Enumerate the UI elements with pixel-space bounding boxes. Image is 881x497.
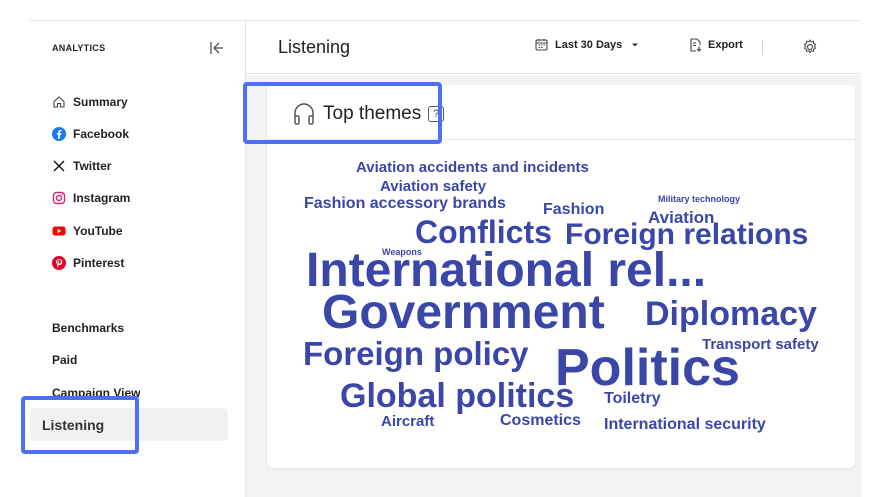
word-cloud-item: Global politics: [340, 377, 575, 415]
sidebar-item-pinterest[interactable]: Pinterest: [52, 253, 124, 273]
page-header: Listening Last 30 Days Export: [246, 21, 861, 74]
sidebar-item-youtube[interactable]: YouTube: [52, 221, 123, 241]
youtube-icon: [52, 224, 66, 238]
sidebar-item-label: Twitter: [73, 159, 112, 173]
calendar-icon: [535, 38, 548, 51]
sidebar-item-benchmarks[interactable]: Benchmarks: [52, 321, 124, 335]
home-icon: [52, 95, 66, 109]
word-cloud-item: Transport safety: [702, 336, 819, 353]
word-cloud-item: Fashion accessory brands: [304, 195, 506, 212]
gear-icon[interactable]: [801, 38, 819, 56]
facebook-icon: [52, 127, 66, 141]
sidebar-title: ANALYTICS: [52, 43, 106, 53]
sidebar-item-label: Instagram: [73, 191, 131, 205]
export-button[interactable]: Export: [689, 38, 743, 52]
instagram-icon: [52, 191, 66, 205]
x-twitter-icon: [52, 159, 66, 173]
sidebar-item-label: Pinterest: [73, 256, 125, 270]
sidebar-item-facebook[interactable]: Facebook: [52, 124, 129, 144]
word-cloud-item: Aviation safety: [380, 178, 487, 195]
sidebar-item-paid[interactable]: Paid: [52, 353, 77, 367]
word-cloud-item: Toiletry: [604, 390, 661, 407]
word-cloud-item: Military technology: [658, 194, 741, 204]
sidebar-item-label: Summary: [73, 95, 128, 109]
word-cloud-item: Foreign policy: [303, 335, 529, 372]
word-cloud-item: Aviation accidents and incidents: [356, 159, 589, 176]
word-cloud-item: International security: [604, 416, 766, 433]
word-cloud-item: Aircraft: [381, 413, 435, 430]
header-separator: [762, 40, 763, 55]
highlight-box-listening: [21, 396, 139, 454]
date-range-label: Last 30 Days: [555, 38, 623, 51]
page-title: Listening: [278, 37, 351, 57]
collapse-sidebar-icon[interactable]: [208, 39, 226, 57]
sidebar-item-label: YouTube: [73, 224, 123, 238]
pinterest-icon: [52, 256, 66, 270]
word-cloud-item: Cosmetics: [500, 412, 581, 429]
sidebar-item-label: Facebook: [73, 127, 130, 141]
sidebar-item-summary[interactable]: Summary: [52, 92, 128, 112]
date-range-dropdown[interactable]: Last 30 Days: [535, 38, 639, 51]
word-cloud-item: Fashion: [543, 201, 605, 218]
sidebar-item-instagram[interactable]: Instagram: [52, 188, 130, 208]
export-file-icon: [689, 38, 702, 52]
sidebar-item-twitter[interactable]: Twitter: [52, 156, 111, 176]
export-label: Export: [708, 39, 743, 51]
word-cloud-item: Government: [322, 286, 605, 339]
highlight-box-title: [243, 82, 442, 144]
word-cloud-item: Diplomacy: [645, 295, 817, 333]
chevron-down-icon: [631, 42, 639, 48]
